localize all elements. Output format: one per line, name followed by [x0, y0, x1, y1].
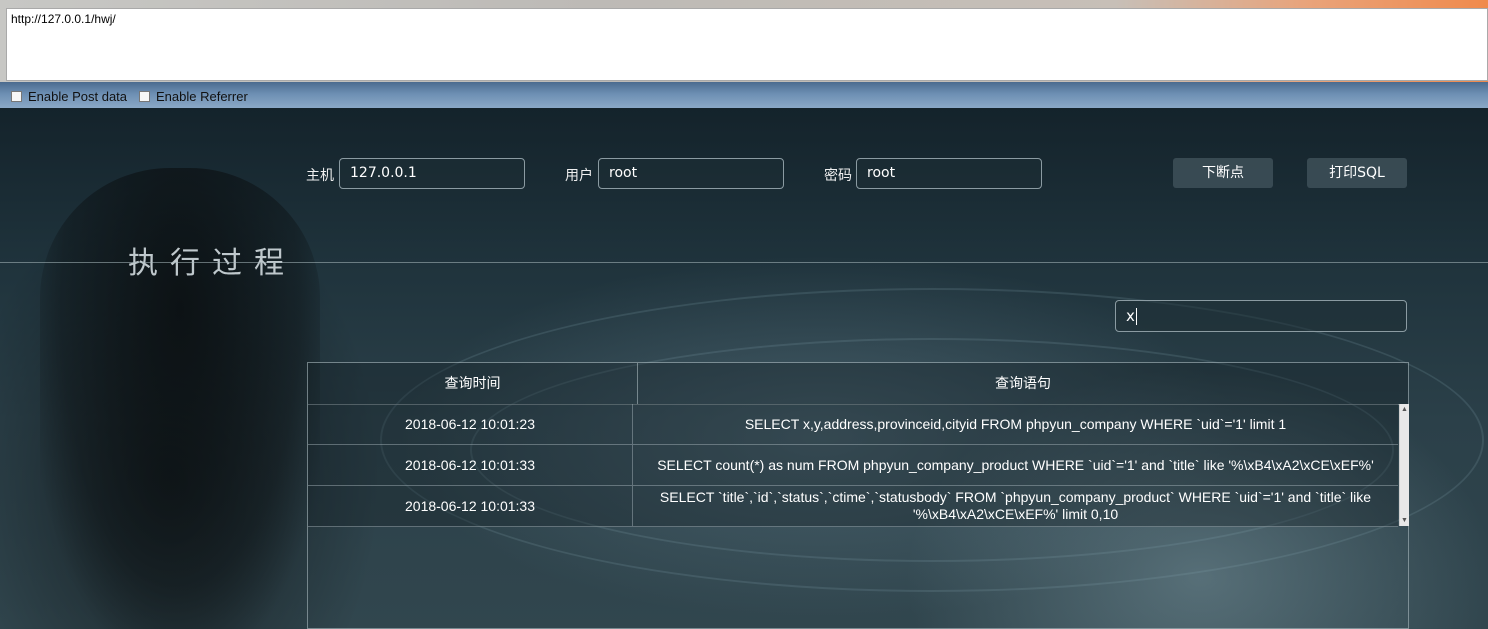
query-table: 查询时间 查询语句 2018-06-12 10:01:23 SELECT x,y…: [307, 362, 1409, 629]
table-row[interactable]: 2018-06-12 10:01:23 SELECT x,y,address,p…: [308, 404, 1398, 445]
enable-post-checkbox[interactable]: [11, 90, 22, 102]
filter-value: x: [1126, 307, 1135, 325]
filter-input[interactable]: x: [1115, 300, 1407, 332]
table-scrollbar[interactable]: ▲ ▼: [1399, 404, 1409, 526]
query-sql-cell: SELECT x,y,address,provinceid,cityid FRO…: [744, 415, 1287, 432]
print-sql-button[interactable]: 打印SQL: [1307, 158, 1407, 188]
query-time-cell: 2018-06-12 10:01:33: [308, 445, 633, 485]
text-caret: [1135, 308, 1137, 325]
user-input[interactable]: root: [598, 158, 784, 189]
query-sql-cell: SELECT `title`,`id`,`status`,`ctime`,`st…: [659, 489, 1372, 522]
table-row[interactable]: 2018-06-12 10:01:33 SELECT count(*) as n…: [308, 445, 1398, 486]
divider: [0, 262, 1488, 263]
host-input[interactable]: 127.0.0.1: [339, 158, 525, 189]
host-label: 主机: [306, 168, 334, 184]
column-header-time: 查询时间: [308, 363, 638, 404]
query-time-cell: 2018-06-12 10:01:33: [308, 486, 633, 526]
password-input[interactable]: root: [856, 158, 1042, 189]
url-textarea[interactable]: http://127.0.0.1/hwj/: [6, 8, 1488, 81]
user-label: 用户: [565, 168, 593, 184]
enable-post-label: Enable Post data: [28, 88, 128, 104]
scroll-up-arrow-icon[interactable]: ▲: [1401, 405, 1408, 414]
table-row[interactable]: 2018-06-12 10:01:33 SELECT `title`,`id`,…: [308, 486, 1398, 527]
main-panel: 主机 127.0.0.1 用户 root 密码 root 下断点 打印SQL 执…: [0, 108, 1488, 629]
enable-referrer-label: Enable Referrer: [156, 88, 248, 104]
column-header-sql: 查询语句: [995, 375, 1051, 391]
enable-referrer-option[interactable]: Enable Referrer: [139, 88, 248, 104]
table-header: 查询时间 查询语句: [308, 363, 1408, 405]
password-label: 密码: [824, 168, 852, 184]
section-title: 执行过程: [128, 246, 296, 281]
enable-referrer-checkbox[interactable]: [139, 90, 150, 102]
browser-toolbar: http://127.0.0.1/hwj/ Enable Post data E…: [0, 0, 1488, 108]
scroll-down-arrow-icon[interactable]: ▼: [1401, 516, 1408, 525]
query-time-cell: 2018-06-12 10:01:23: [308, 404, 633, 444]
query-sql-cell: SELECT count(*) as num FROM phpyun_compa…: [657, 456, 1374, 473]
breakpoint-button[interactable]: 下断点: [1173, 158, 1273, 188]
enable-post-option[interactable]: Enable Post data: [11, 88, 127, 104]
